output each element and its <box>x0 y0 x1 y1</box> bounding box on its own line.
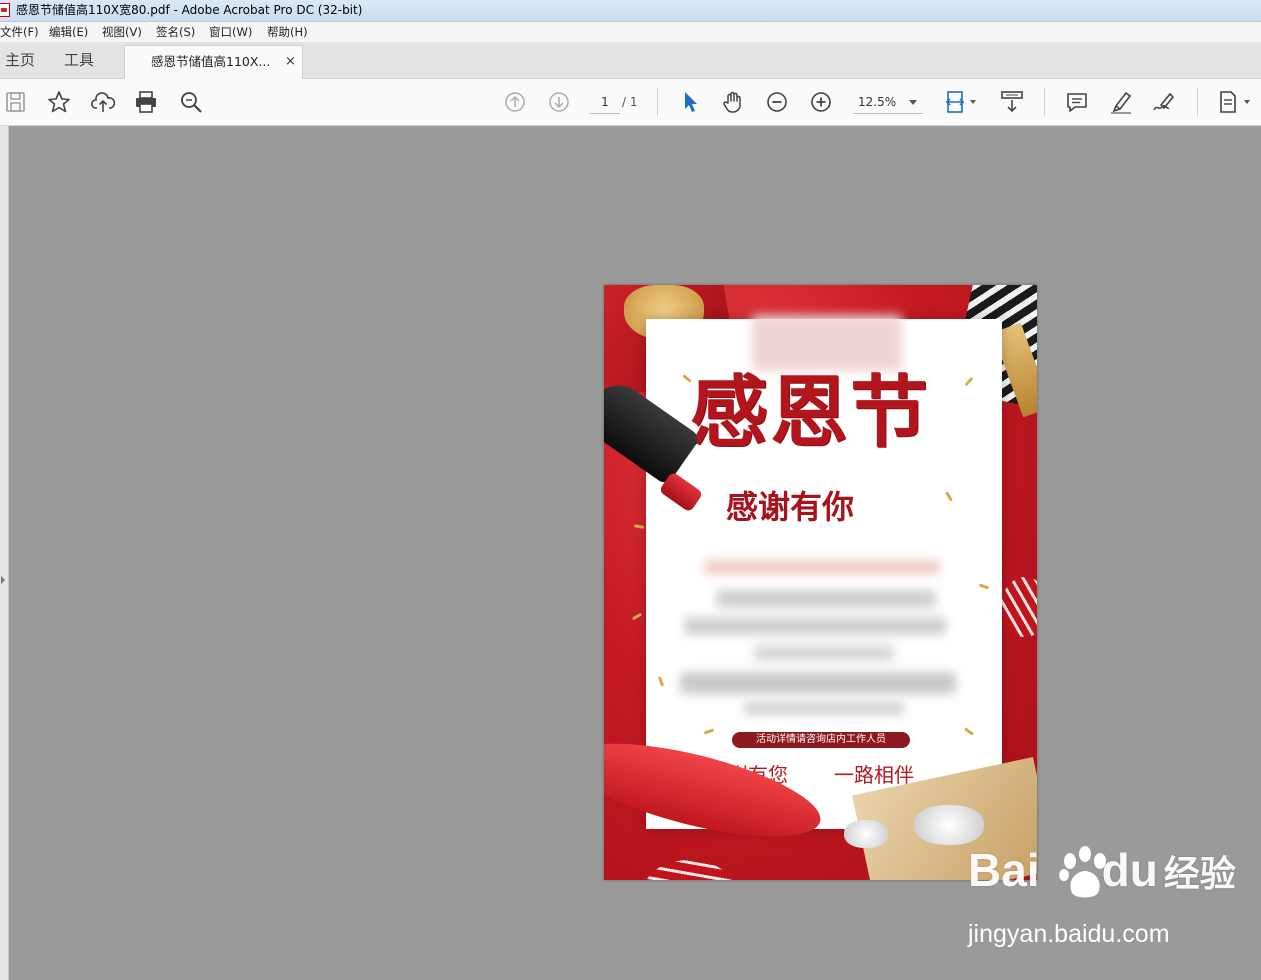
select-cursor-icon[interactable] <box>677 89 703 115</box>
close-icon[interactable]: × <box>285 46 296 78</box>
highlighter-icon[interactable] <box>1108 89 1134 115</box>
page-total: / 1 <box>622 95 638 109</box>
menu-bar: 文件(F) 编辑(E) 视图(V) 签名(S) 窗口(W) 帮助(H) <box>0 22 1261 42</box>
zoom-level-dropdown[interactable]: 12.5% <box>853 91 923 114</box>
watermark-url: jingyan.baidu.com <box>968 920 1170 948</box>
next-page-icon[interactable] <box>546 89 572 115</box>
zoom-search-icon[interactable] <box>178 89 204 115</box>
blurred-text-line <box>680 672 956 694</box>
menu-file[interactable]: 文件(F) <box>0 22 39 42</box>
left-panel-collapse[interactable] <box>0 126 9 980</box>
menu-window[interactable]: 窗口(W) <box>209 22 252 42</box>
hand-tool-icon[interactable] <box>720 89 746 115</box>
menu-view[interactable]: 视图(V) <box>102 22 142 42</box>
page-current: 1 <box>601 95 609 109</box>
poster-slogan-right: 一路相伴 <box>834 763 914 787</box>
tab-tools[interactable]: 工具 <box>64 42 94 78</box>
document-tab-label: 感恩节储值高110X... <box>151 54 271 69</box>
window-title: 感恩节储值高110X宽80.pdf - Adobe Acrobat Pro DC… <box>16 3 363 17</box>
blurred-text-line <box>684 617 946 635</box>
scroll-mode-icon[interactable] <box>999 89 1025 115</box>
toolbar: 1 / 1 12.5% <box>0 79 1261 126</box>
toolbar-divider <box>1044 88 1045 116</box>
zoom-in-icon[interactable] <box>808 89 834 115</box>
menu-edit[interactable]: 编辑(E) <box>49 22 88 42</box>
poster-info-pill: 活动详情请咨询店内工作人员 <box>732 732 910 748</box>
poster-subhead: 感谢有你 <box>726 488 855 526</box>
save-icon[interactable] <box>3 89 29 115</box>
tab-home[interactable]: 主页 <box>5 42 35 78</box>
previous-page-icon[interactable] <box>502 89 528 115</box>
title-bar: 感恩节储值高110X宽80.pdf - Adobe Acrobat Pro DC… <box>0 0 1261 22</box>
comment-icon[interactable] <box>1064 89 1090 115</box>
silver-bow-image <box>914 805 984 845</box>
silver-bow-image <box>844 820 888 848</box>
blurred-text-line <box>754 645 894 661</box>
cloud-upload-icon[interactable] <box>90 89 116 115</box>
watermark-logo-cn: 经验 <box>1163 853 1236 894</box>
star-icon[interactable] <box>46 89 72 115</box>
document-options-caret-icon[interactable] <box>1244 100 1250 104</box>
zoom-out-icon[interactable] <box>764 89 790 115</box>
toolbar-divider <box>657 88 658 116</box>
watermark-logo-left: Bai <box>968 844 1040 896</box>
fit-page-caret-icon[interactable] <box>970 100 976 104</box>
page-number-input[interactable]: 1 <box>590 91 620 114</box>
acrobat-pdf-icon <box>0 3 10 17</box>
blurred-text-line <box>716 590 936 608</box>
blurred-text-line <box>744 701 904 715</box>
pdf-page: 感恩节 感谢有你 活动详情请咨询店内工作人员 感谢有您 一路相伴 <box>604 285 1037 880</box>
chevron-down-icon <box>909 100 917 105</box>
fit-page-icon[interactable] <box>943 89 969 115</box>
menu-sign[interactable]: 签名(S) <box>156 22 195 42</box>
tab-document[interactable]: 感恩节储值高110X... × <box>124 45 303 79</box>
tab-bar: 主页 工具 感恩节储值高110X... × <box>0 42 1261 79</box>
blurred-text-line <box>704 560 940 574</box>
poster-headline: 感恩节 <box>690 367 931 458</box>
chevron-right-icon[interactable] <box>1 576 5 584</box>
menu-help[interactable]: 帮助(H) <box>267 22 308 42</box>
document-options-icon[interactable] <box>1215 89 1241 115</box>
zoom-value: 12.5% <box>858 95 897 109</box>
baidu-jingyan-watermark: Bai du 经验 jingyan.baidu.com <box>968 844 1236 955</box>
blurred-logo <box>752 315 902 371</box>
toolbar-divider <box>1197 88 1198 116</box>
paw-icon <box>1056 845 1114 901</box>
printer-icon[interactable] <box>133 89 159 115</box>
sign-pen-icon[interactable] <box>1151 89 1177 115</box>
